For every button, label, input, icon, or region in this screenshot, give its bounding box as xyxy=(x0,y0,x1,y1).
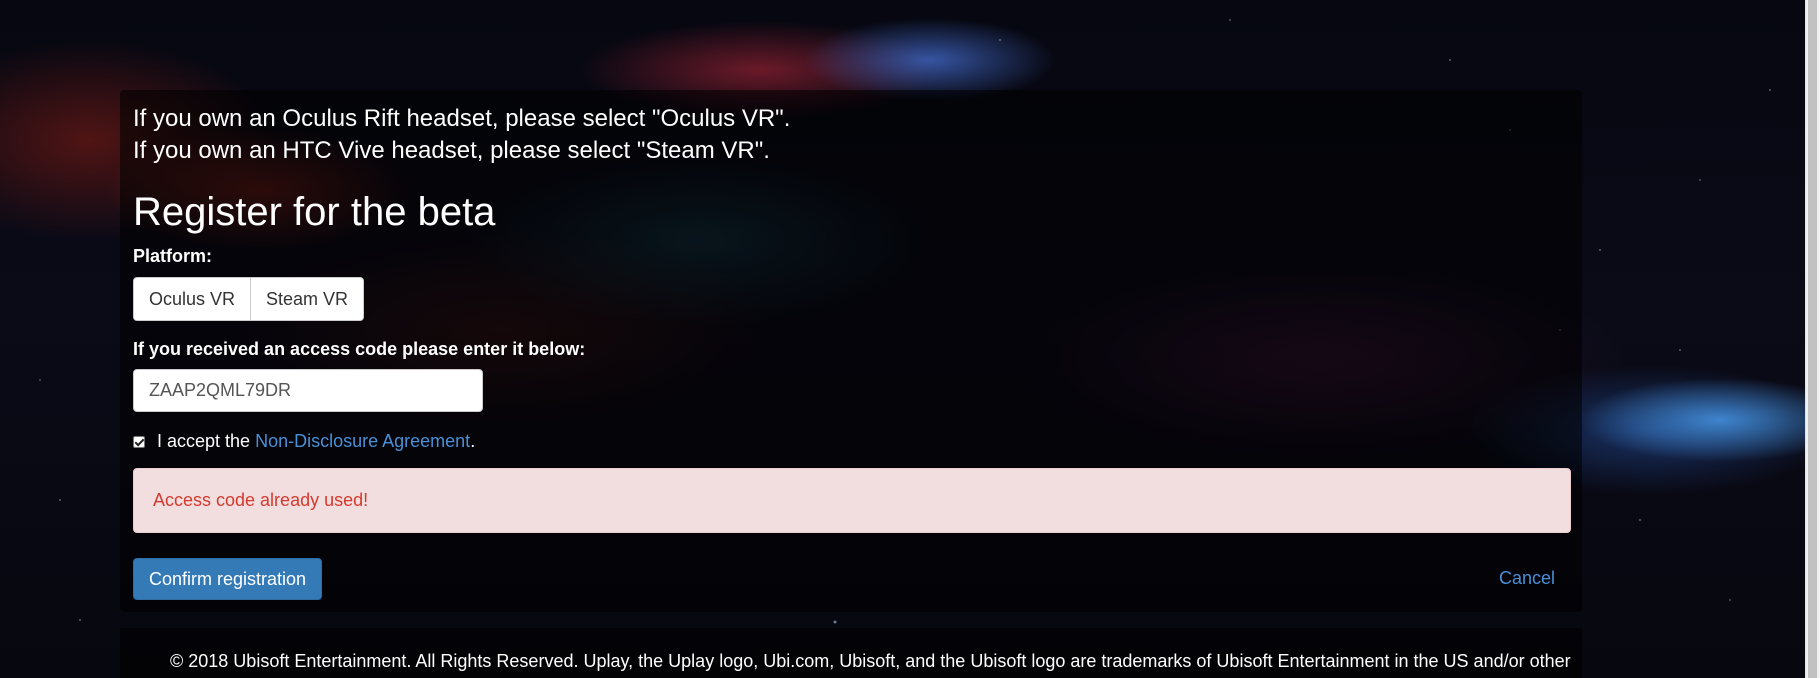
platform-instructions: If you own an Oculus Rift headset, pleas… xyxy=(133,103,790,167)
confirm-registration-button[interactable]: Confirm registration xyxy=(133,558,323,600)
platform-option-oculus-vr[interactable]: Oculus VR xyxy=(134,278,251,320)
nda-suffix: . xyxy=(470,431,476,451)
vertical-scrollbar[interactable] xyxy=(1805,0,1820,678)
access-code-label: If you received an access code please en… xyxy=(133,339,586,359)
error-message: Access code already used! xyxy=(153,490,369,510)
nda-link[interactable]: Non-Disclosure Agreement xyxy=(255,431,470,452)
page-title: Register for the beta xyxy=(133,190,496,234)
nda-checkbox[interactable] xyxy=(133,435,145,448)
error-alert: Access code already used! xyxy=(133,468,1571,533)
access-code-input[interactable] xyxy=(133,369,483,412)
platform-selector: Oculus VR Steam VR xyxy=(133,277,365,321)
nda-row: I accept the Non-Disclosure Agreement. xyxy=(133,431,475,452)
cancel-link[interactable]: Cancel xyxy=(1499,568,1555,589)
platform-option-steam-vr[interactable]: Steam VR xyxy=(250,278,364,320)
platform-label: Platform: xyxy=(133,246,213,266)
nda-prefix: I accept the xyxy=(157,431,251,451)
instruction-oculus: If you own an Oculus Rift headset, pleas… xyxy=(133,105,791,132)
instruction-htc: If you own an HTC Vive headset, please s… xyxy=(133,137,770,164)
copyright-text: © 2018 Ubisoft Entertainment. All Rights… xyxy=(170,651,1571,671)
scrollbar-thumb[interactable] xyxy=(1808,0,1817,678)
